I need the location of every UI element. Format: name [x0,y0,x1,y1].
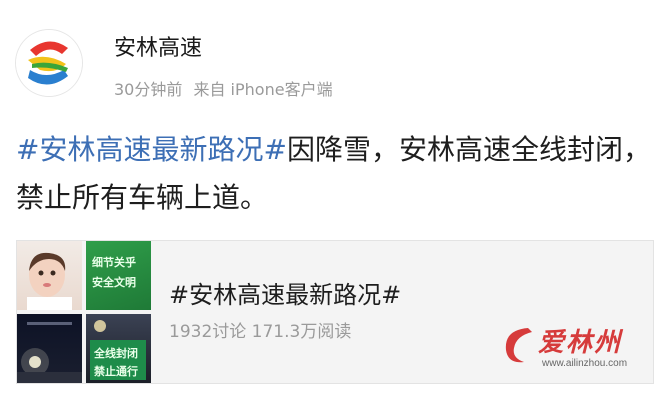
post-body: #安林高速最新路况#因降雪，安林高速全线封闭，禁止所有车辆上道。 [16,126,656,222]
watermark-url: www.ailinzhou.com [542,358,628,369]
thumbnail-closure-sign: 全线封闭 禁止通行 [86,314,151,383]
site-watermark: 爱林州 www.ailinzhou.com [498,318,648,378]
thumbnail-sign-text: 全线封闭 [94,347,138,360]
thumbnail-sign-text: 细节关乎 [92,256,136,269]
watermark-logo-text: 爱林州 [538,328,623,358]
post-meta: 30分钟前 来自 iPhone客户端 [114,76,339,100]
anlin-logo-icon [16,30,82,96]
topic-read-count: 171.3万阅读 [251,322,352,342]
topic-thumbnail-grid: 细节关乎 安全文明 全线封闭 禁止通行 [17,241,151,383]
thumbnail-night-road [17,314,82,383]
watermark-swirl-icon [505,328,532,363]
thumbnail-child-photo [17,241,82,310]
post-hashtag-link[interactable]: #安林高速最新路况# [16,133,287,166]
topic-stats: 1932讨论 171.3万阅读 [169,317,351,342]
post-source: 来自 iPhone客户端 [193,80,333,99]
thumbnail-sign-text: 禁止通行 [94,365,138,378]
thumbnail-sign-text: 安全文明 [92,276,136,289]
topic-discussion-count: 1932讨论 [169,322,247,342]
topic-title[interactable]: #安林高速最新路况# [169,275,401,310]
post-time: 30分钟前 [114,80,183,99]
username[interactable]: 安林高速 [114,30,202,62]
avatar[interactable] [16,30,82,96]
thumbnail-green-sign: 细节关乎 安全文明 [86,241,151,310]
